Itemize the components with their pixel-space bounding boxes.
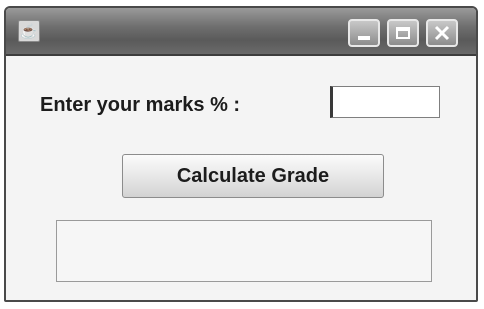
maximize-button[interactable] [387,19,419,47]
maximize-icon [396,27,410,39]
content-pane: Enter your marks % : Calculate Grade [6,56,476,300]
minimize-icon [358,36,370,40]
java-coffee-cup-icon[interactable]: ☕ [18,20,40,42]
marks-label: Enter your marks % : [40,94,241,116]
grade-result-field[interactable] [56,220,432,282]
close-button[interactable] [426,19,458,47]
marks-input[interactable] [330,86,440,118]
title-bar[interactable]: ☕ [6,8,476,56]
calculate-grade-button[interactable]: Calculate Grade [122,154,384,198]
app-window: ☕ Enter your marks % : Calculate Grade [4,6,478,302]
close-icon [434,25,450,41]
minimize-button[interactable] [348,19,380,47]
